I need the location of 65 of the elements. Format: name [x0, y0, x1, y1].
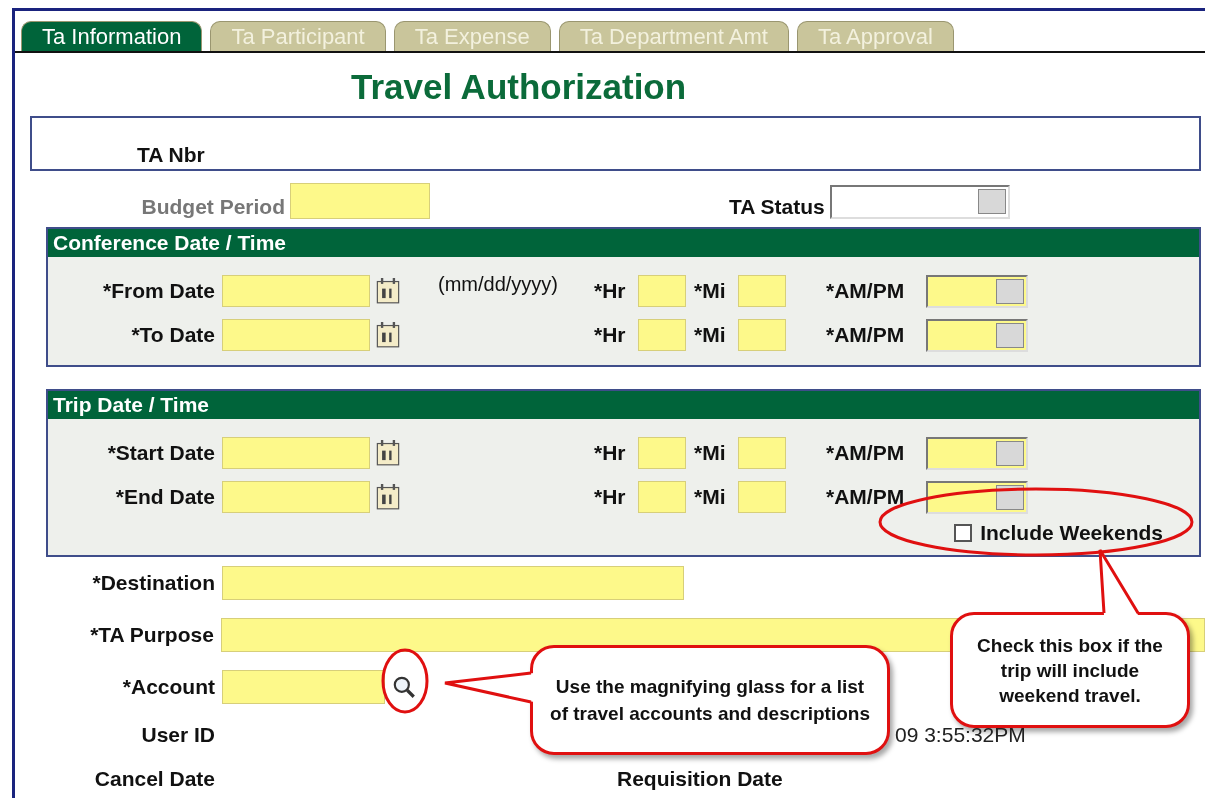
input-field[interactable]	[638, 437, 686, 469]
field-label: *AM/PM	[826, 279, 906, 303]
input-field[interactable]	[222, 670, 385, 704]
field-label: *Start Date	[106, 441, 215, 465]
dropdown[interactable]	[926, 274, 1028, 308]
search-icon[interactable]	[391, 674, 417, 700]
input-field[interactable]	[222, 566, 684, 600]
field-label: *End Date	[114, 485, 215, 509]
input-field[interactable]	[738, 319, 786, 351]
field-label: Requisition Date	[617, 767, 783, 791]
input-field[interactable]	[290, 183, 430, 219]
section-header: Trip Date / Time	[48, 391, 1199, 419]
dropdown[interactable]	[926, 480, 1028, 514]
input-field[interactable]	[738, 481, 786, 513]
field-label: *Mi	[694, 485, 727, 509]
calendar-icon[interactable]	[376, 440, 400, 466]
dropdown[interactable]	[829, 185, 1010, 219]
tab[interactable]: Ta Expense	[393, 21, 551, 51]
field-label: *Mi	[694, 441, 727, 465]
calendar-icon[interactable]	[376, 484, 400, 510]
input-field[interactable]	[638, 275, 686, 307]
tab[interactable]: Ta Approval	[797, 21, 954, 51]
page-title: Travel Authorization	[351, 67, 688, 108]
format-hint: (mm/dd/yyyy)	[437, 272, 559, 296]
field-label: *From Date	[101, 279, 215, 303]
callout-text: Use the magnifying glass for a list of travel accounts and descriptions	[550, 675, 870, 726]
tab[interactable]: Ta Participant	[210, 21, 386, 51]
input-field[interactable]	[738, 437, 786, 469]
field-label: *TA Purpose	[89, 623, 214, 647]
input-field[interactable]	[222, 319, 370, 351]
field-label: TA Nbr	[137, 143, 205, 167]
field-label: *Hr	[594, 485, 627, 509]
field-label: *Hr	[594, 441, 627, 465]
input-field[interactable]	[222, 437, 370, 469]
field-label: *Mi	[694, 279, 727, 303]
section-header: Conference Date / Time	[48, 229, 1199, 257]
calendar-icon[interactable]	[376, 278, 400, 304]
input-field[interactable]	[638, 481, 686, 513]
field-label: *AM/PM	[826, 323, 906, 347]
callout-text: Check this box if the trip will include weekend travel.	[976, 633, 1164, 708]
highlight-ellipse	[381, 648, 429, 714]
field-label: *Account	[121, 675, 215, 699]
dropdown[interactable]	[926, 318, 1028, 352]
field-label: *Mi	[694, 323, 727, 347]
dropdown[interactable]	[926, 436, 1028, 470]
input-field[interactable]	[222, 275, 370, 307]
field-value: 09 3:55:32PM	[895, 723, 1026, 747]
field-label: *Hr	[594, 279, 627, 303]
input-field[interactable]	[638, 319, 686, 351]
field-label: Budget Period	[140, 195, 285, 219]
tab[interactable]: Ta Information	[21, 21, 203, 51]
field-label: *AM/PM	[826, 485, 906, 509]
field-label: *Hr	[594, 323, 627, 347]
input-field[interactable]	[738, 275, 786, 307]
field-label: TA Status	[729, 195, 825, 219]
field-label: *Destination	[91, 571, 215, 595]
input-field[interactable]	[222, 481, 370, 513]
tab[interactable]: Ta Department Amt	[558, 21, 789, 51]
checkbox[interactable]	[954, 524, 973, 542]
field-label: Cancel Date	[93, 767, 215, 791]
field-label: User ID	[140, 723, 215, 747]
calendar-icon[interactable]	[376, 322, 400, 348]
field-label: *AM/PM	[826, 441, 906, 465]
checkbox-label: Include Weekends	[980, 521, 1163, 545]
field-label: *To Date	[130, 323, 215, 347]
